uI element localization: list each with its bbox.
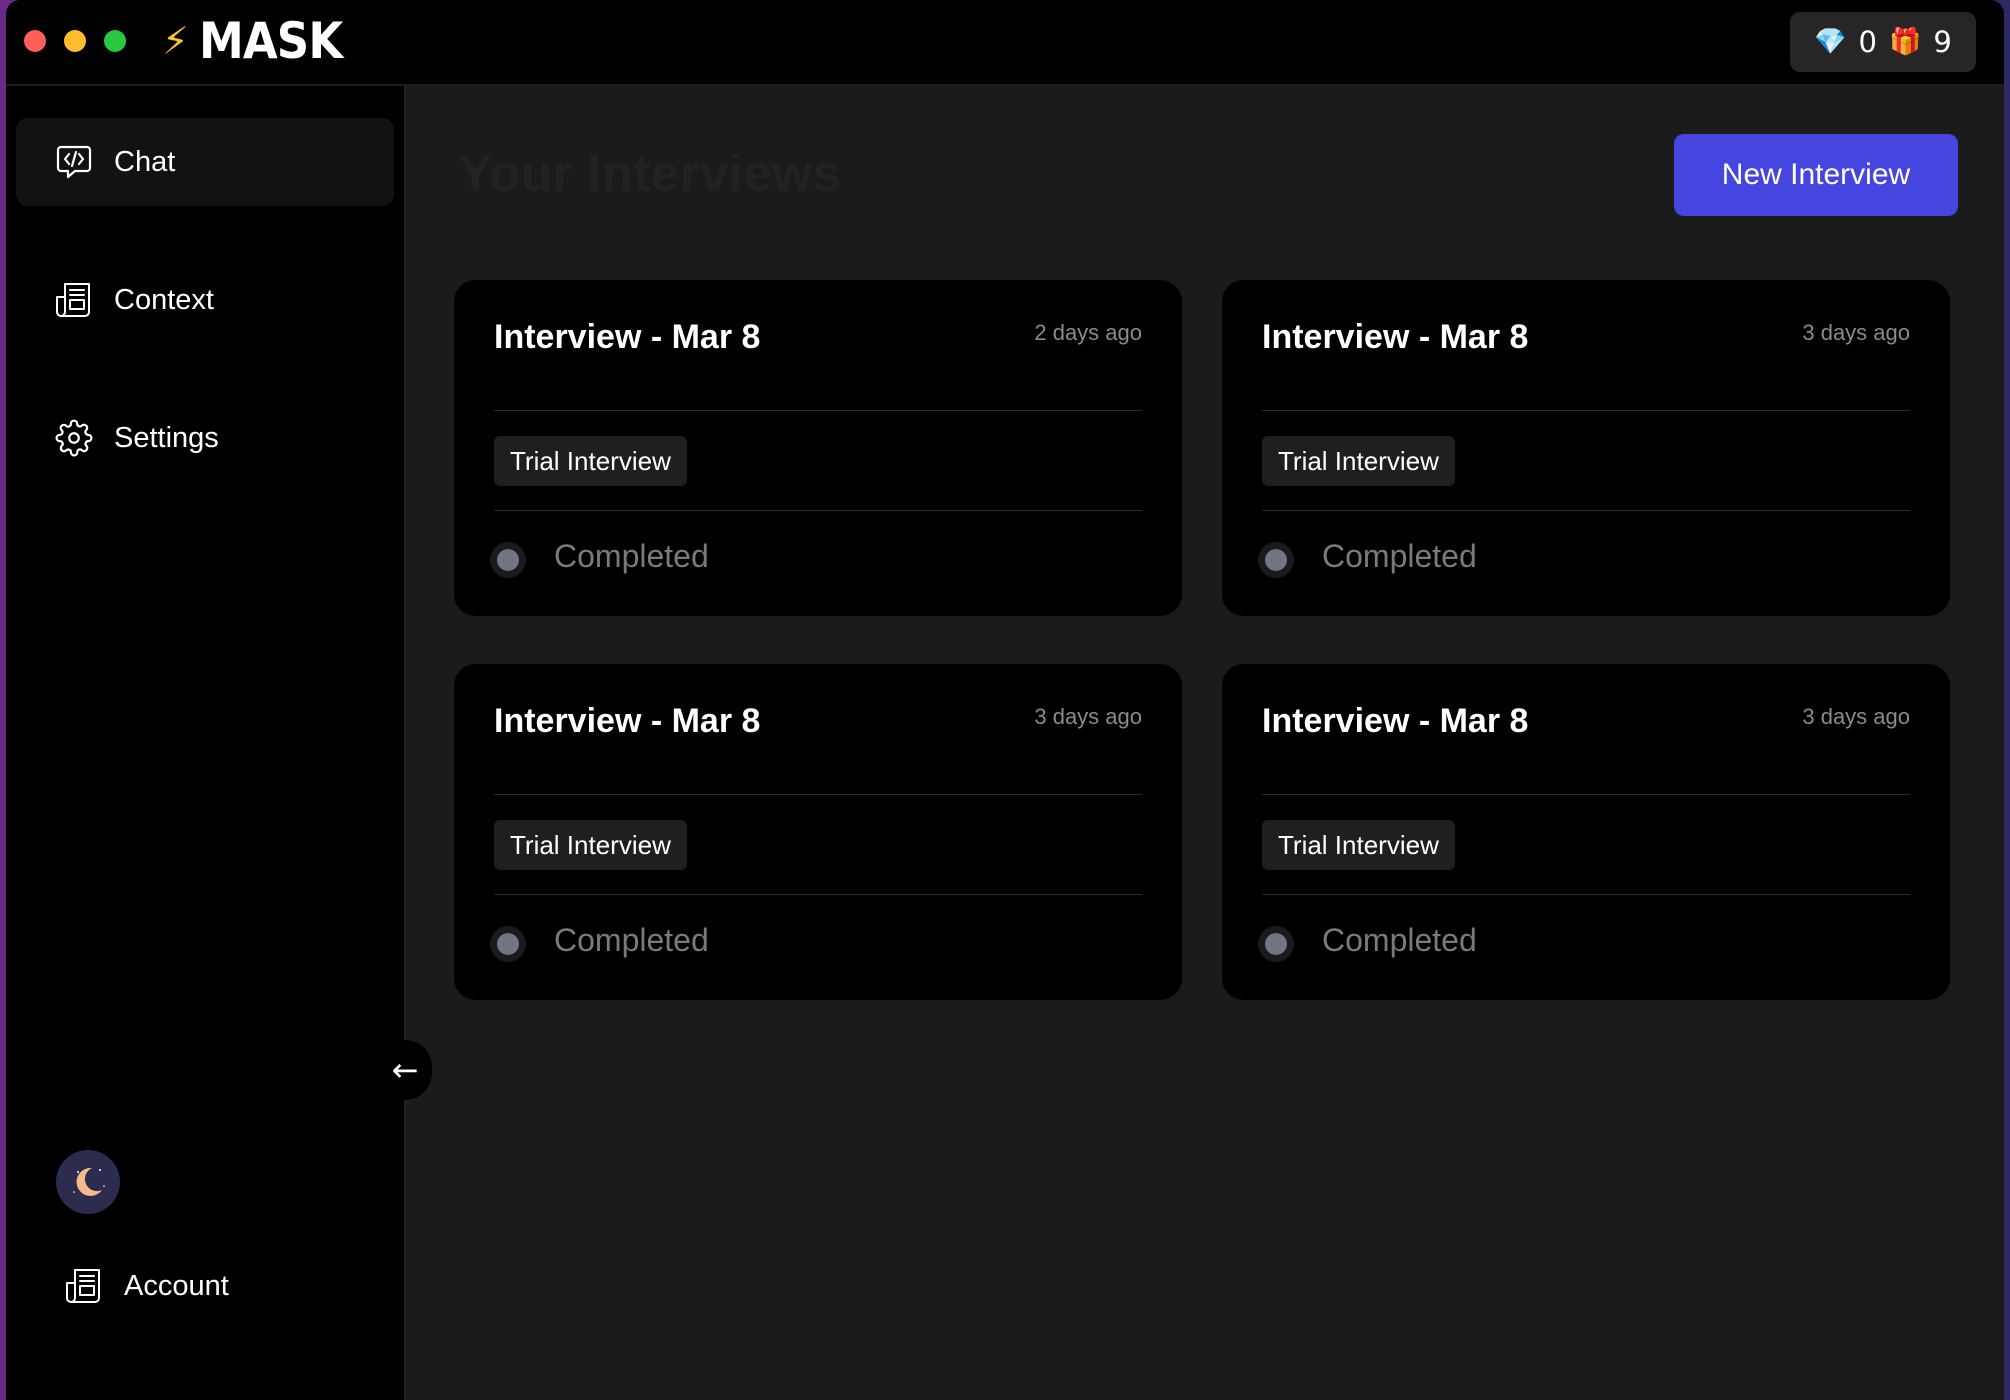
sidebar-item-label: Chat [114, 145, 176, 178]
credits-badge[interactable]: 💎 0 🎁 9 [1790, 12, 1976, 72]
gift-count: 9 [1933, 25, 1952, 59]
card-title: Interview - Mar 8 [1262, 318, 1529, 356]
gear-icon [54, 418, 94, 458]
sidebar-item-label: Settings [114, 421, 219, 454]
divider [1262, 794, 1910, 795]
sidebar-item-context[interactable]: Context [16, 256, 394, 344]
card-timestamp: 3 days ago [1802, 704, 1910, 729]
collapse-sidebar-button[interactable]: ← [378, 1040, 432, 1100]
close-window-button[interactable] [24, 30, 46, 52]
app-name: MASK [198, 12, 343, 70]
status-label: Completed [554, 538, 709, 574]
interview-type-tag: Trial Interview [1262, 436, 1455, 486]
status-indicator [490, 542, 526, 578]
chat-code-icon [54, 142, 94, 182]
status-indicator [490, 926, 526, 962]
lightning-icon: ⚡ [162, 19, 189, 63]
sidebar-item-settings[interactable]: Settings [16, 394, 394, 482]
status-label: Completed [1322, 538, 1477, 574]
interview-grid: Interview - Mar 8 2 days ago Trial Inter… [454, 280, 1950, 1000]
card-timestamp: 2 days ago [1034, 320, 1142, 345]
theme-toggle-button[interactable] [56, 1150, 120, 1214]
interview-type-tag: Trial Interview [494, 436, 687, 486]
page-title: Your Interviews [458, 145, 842, 203]
sidebar-item-label: Context [114, 283, 214, 316]
document-icon [64, 1266, 104, 1306]
gift-icon: 🎁 [1889, 27, 1922, 57]
account-label: Account [124, 1269, 229, 1302]
minimize-window-button[interactable] [64, 30, 86, 52]
divider [1262, 410, 1910, 411]
moon-icon [73, 1167, 105, 1196]
card-title: Interview - Mar 8 [494, 318, 761, 356]
sidebar: Chat Context Settings Account [6, 86, 406, 1400]
new-interview-button[interactable]: New Interview [1674, 134, 1958, 216]
status-indicator [1258, 542, 1294, 578]
divider [494, 794, 1142, 795]
divider [494, 894, 1142, 895]
divider [1262, 510, 1910, 511]
main-content: Your Interviews New Interview Interview … [406, 86, 2004, 1400]
divider [1262, 894, 1910, 895]
document-icon [54, 280, 94, 320]
divider [494, 510, 1142, 511]
divider [494, 410, 1142, 411]
status-indicator [1258, 926, 1294, 962]
status-label: Completed [554, 922, 709, 958]
interview-type-tag: Trial Interview [494, 820, 687, 870]
status-label: Completed [1322, 922, 1477, 958]
interview-card[interactable]: Interview - Mar 8 3 days ago Trial Inter… [1222, 280, 1950, 616]
interview-card[interactable]: Interview - Mar 8 2 days ago Trial Inter… [454, 280, 1182, 616]
zoom-window-button[interactable] [104, 30, 126, 52]
interview-card[interactable]: Interview - Mar 8 3 days ago Trial Inter… [454, 664, 1182, 1000]
card-timestamp: 3 days ago [1034, 704, 1142, 729]
app-logo: ⚡ MASK [162, 12, 358, 70]
interview-type-tag: Trial Interview [1262, 820, 1455, 870]
card-timestamp: 3 days ago [1802, 320, 1910, 345]
account-button[interactable]: Account [54, 1256, 229, 1316]
interview-card[interactable]: Interview - Mar 8 3 days ago Trial Inter… [1222, 664, 1950, 1000]
title-bar: ⚡ MASK 💎 0 🎁 9 [6, 0, 2004, 86]
gem-count: 0 [1858, 25, 1877, 59]
app-window: ⚡ MASK 💎 0 🎁 9 Chat Context Settings Acc… [6, 0, 2004, 1400]
card-title: Interview - Mar 8 [494, 702, 761, 740]
diamond-icon: 💎 [1814, 27, 1847, 57]
card-title: Interview - Mar 8 [1262, 702, 1529, 740]
sidebar-item-chat[interactable]: Chat [16, 118, 394, 206]
